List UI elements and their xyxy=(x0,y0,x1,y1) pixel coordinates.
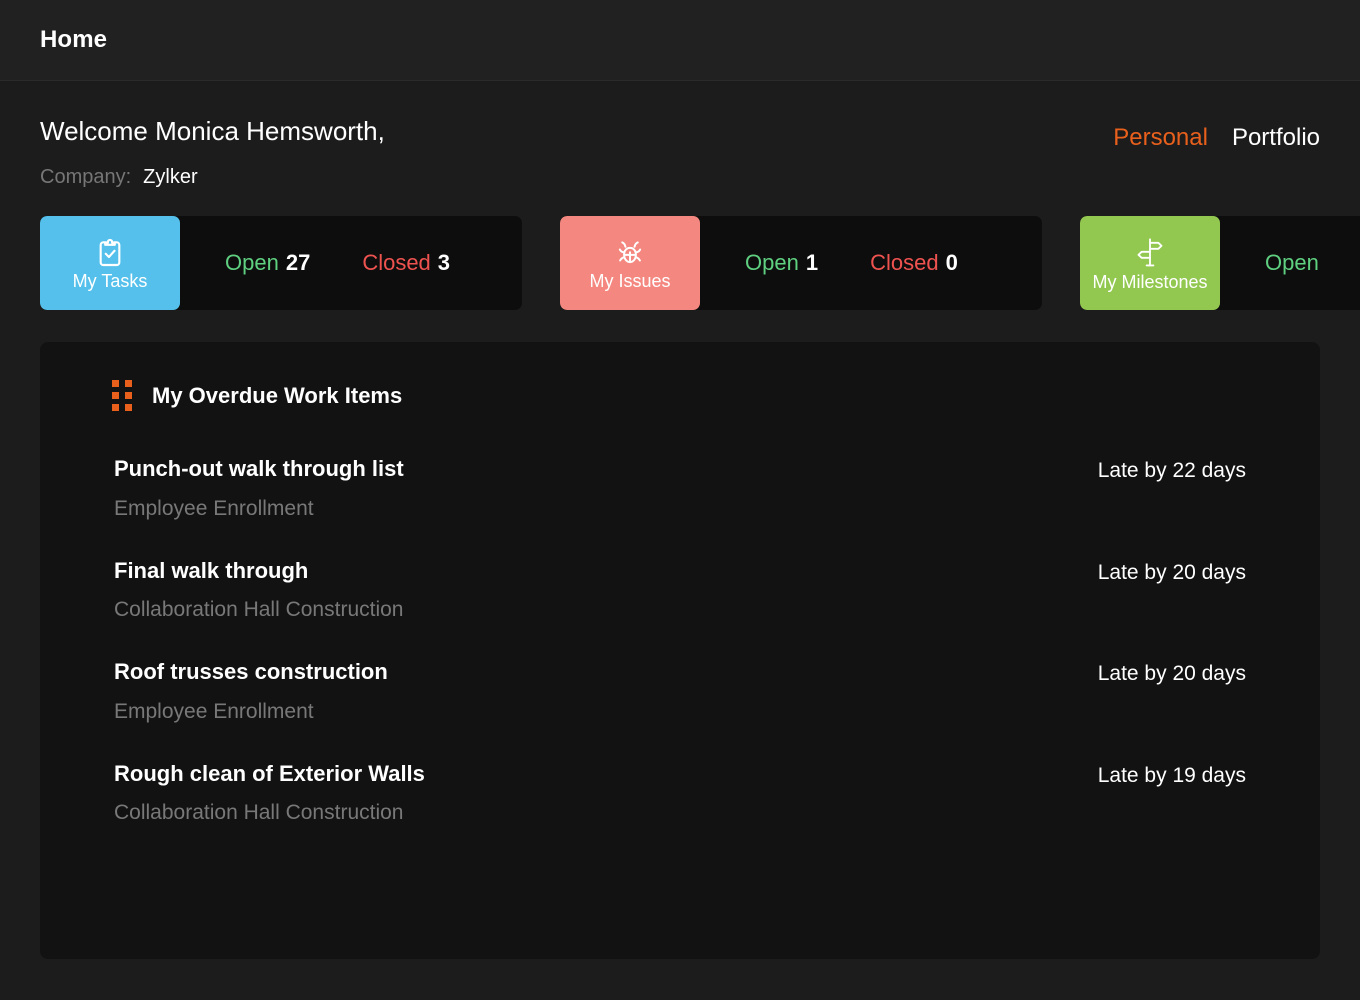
drag-grip-icon[interactable] xyxy=(112,380,132,411)
grip-dot xyxy=(125,404,132,411)
bug-icon xyxy=(614,237,646,269)
my-tasks-open-value: 27 xyxy=(286,250,310,275)
work-item-late: Late by 19 days xyxy=(1098,761,1246,788)
my-issues-label: My Issues xyxy=(589,272,670,290)
panel-header: My Overdue Work Items xyxy=(74,368,1286,411)
my-issues-badge[interactable]: My Issues xyxy=(560,216,700,310)
my-milestones-open-label: Open xyxy=(1265,250,1319,275)
grip-dot xyxy=(125,392,132,399)
my-issues-closed: Closed 0 xyxy=(870,250,958,276)
work-item-late: Late by 22 days xyxy=(1098,456,1246,483)
welcome-block: Welcome Monica Hemsworth, Company: Zylke… xyxy=(40,118,385,189)
clipboard-check-icon xyxy=(94,237,126,269)
grip-dot xyxy=(112,380,119,387)
top-bar: Home xyxy=(0,0,1360,81)
my-milestones-counts: Open xyxy=(1220,216,1360,310)
panel-title: My Overdue Work Items xyxy=(152,383,402,409)
page-content: Welcome Monica Hemsworth, Company: Zylke… xyxy=(0,81,1360,959)
welcome-row: Welcome Monica Hemsworth, Company: Zylke… xyxy=(40,81,1320,189)
list-item[interactable]: Punch-out walk through list Employee Enr… xyxy=(114,437,1246,539)
list-item[interactable]: Roof trusses construction Employee Enrol… xyxy=(114,640,1246,742)
stat-card-my-milestones[interactable]: My Milestones Open xyxy=(1080,216,1360,310)
my-tasks-closed: Closed 3 xyxy=(362,250,450,276)
my-tasks-label: My Tasks xyxy=(73,272,148,290)
grip-dot xyxy=(112,404,119,411)
list-item[interactable]: Rough clean of Exterior Walls Collaborat… xyxy=(114,742,1246,844)
work-item-main: Punch-out walk through list Employee Enr… xyxy=(114,456,404,521)
company-row: Company: Zylker xyxy=(40,166,385,189)
tab-personal[interactable]: Personal xyxy=(1113,124,1208,152)
my-issues-closed-value: 0 xyxy=(946,250,958,275)
my-issues-open: Open 1 xyxy=(745,250,818,276)
work-item-late: Late by 20 days xyxy=(1098,659,1246,686)
stat-card-my-tasks[interactable]: My Tasks Open 27 Closed 3 xyxy=(40,216,522,310)
work-item-title[interactable]: Punch-out walk through list xyxy=(114,456,404,482)
work-item-title[interactable]: Rough clean of Exterior Walls xyxy=(114,761,425,787)
stat-card-my-issues[interactable]: My Issues Open 1 Closed 0 xyxy=(560,216,1042,310)
my-issues-closed-label: Closed xyxy=(870,250,938,275)
my-milestones-badge[interactable]: My Milestones xyxy=(1080,216,1220,310)
overdue-work-items-list: Punch-out walk through list Employee Enr… xyxy=(74,437,1286,843)
tab-portfolio[interactable]: Portfolio xyxy=(1232,124,1320,152)
my-milestones-open: Open xyxy=(1265,250,1326,276)
work-item-title[interactable]: Roof trusses construction xyxy=(114,659,388,685)
my-tasks-closed-label: Closed xyxy=(362,250,430,275)
page-title: Home xyxy=(40,26,107,54)
view-tabs: Personal Portfolio xyxy=(1113,118,1320,152)
work-item-project: Employee Enrollment xyxy=(114,496,404,521)
company-value: Zylker xyxy=(143,166,197,189)
my-tasks-counts: Open 27 Closed 3 xyxy=(180,216,522,310)
my-tasks-open-label: Open xyxy=(225,250,279,275)
work-item-main: Rough clean of Exterior Walls Collaborat… xyxy=(114,761,425,826)
welcome-greeting: Welcome Monica Hemsworth, xyxy=(40,118,385,145)
work-item-project: Collaboration Hall Construction xyxy=(114,800,425,825)
work-item-project: Employee Enrollment xyxy=(114,699,388,724)
overdue-work-items-panel: My Overdue Work Items Punch-out walk thr… xyxy=(40,342,1320,959)
list-item[interactable]: Final walk through Collaboration Hall Co… xyxy=(114,539,1246,641)
grip-dot xyxy=(125,380,132,387)
my-issues-open-value: 1 xyxy=(806,250,818,275)
work-item-project: Collaboration Hall Construction xyxy=(114,597,403,622)
my-tasks-closed-value: 3 xyxy=(438,250,450,275)
signpost-icon xyxy=(1134,236,1166,270)
my-issues-counts: Open 1 Closed 0 xyxy=(700,216,1042,310)
my-tasks-open: Open 27 xyxy=(225,250,310,276)
my-milestones-label: My Milestones xyxy=(1092,273,1207,291)
work-item-main: Roof trusses construction Employee Enrol… xyxy=(114,659,388,724)
work-item-main: Final walk through Collaboration Hall Co… xyxy=(114,558,403,623)
my-issues-open-label: Open xyxy=(745,250,799,275)
my-tasks-badge[interactable]: My Tasks xyxy=(40,216,180,310)
stat-card-row: My Tasks Open 27 Closed 3 xyxy=(40,216,1360,310)
work-item-title[interactable]: Final walk through xyxy=(114,558,403,584)
work-item-late: Late by 20 days xyxy=(1098,558,1246,585)
company-label: Company: xyxy=(40,166,131,189)
grip-dot xyxy=(112,392,119,399)
